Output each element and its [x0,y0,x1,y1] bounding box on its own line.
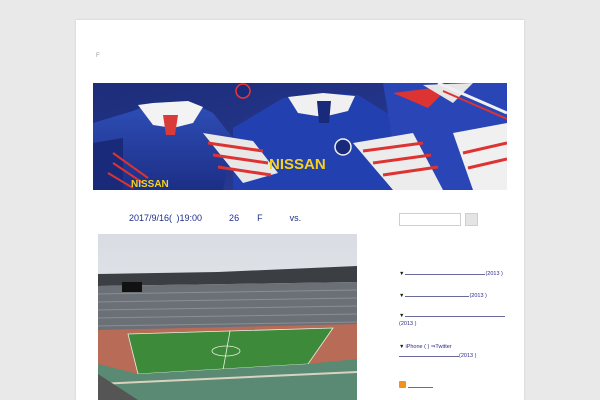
arrow-down-icon: ▼ [399,344,405,350]
jersey-sponsor-text-left: NISSAN [131,179,169,190]
arrow-down-icon: ▼ [399,293,405,299]
list-item[interactable]: ▼iPhone ( ) ⇒Twitter (2013 ) [399,343,507,360]
rss-icon [399,381,406,388]
list-item-underline [399,351,459,357]
stadium-photo[interactable] [98,234,357,400]
list-item-year: (2013 ) [469,293,487,299]
page-container: F NISSAN NISSAN 2017/9/16()19:00 26 F v… [76,20,524,400]
header-banner[interactable]: NISSAN NISSAN [93,83,507,190]
list-item-year: (2013 ) [459,353,477,359]
post-title-link[interactable]: 2017/9/16( )19:00 26 F vs. [129,213,301,223]
list-item-link[interactable] [405,291,470,297]
jerseys-banner-image: NISSAN NISSAN [93,83,507,190]
stadium-photo-graphic [98,234,357,400]
list-item[interactable]: ▼ (2013 ) [399,269,507,278]
list-item[interactable]: ▼ (2013 ) [399,291,507,300]
search-button[interactable] [465,213,478,226]
site-title[interactable]: F [96,53,100,59]
arrow-down-icon: ▼ [399,313,405,319]
rss-feed-link[interactable] [399,381,439,389]
search-input[interactable] [399,213,461,226]
list-item-year: (2013 ) [485,271,503,277]
list-item-link[interactable]: iPhone ( ) ⇒Twitter [405,344,451,350]
arrow-down-icon: ▼ [399,271,405,277]
jersey-sponsor-text-center: NISSAN [269,156,326,173]
list-item-year: (2013 ) [399,321,417,327]
list-item-link[interactable] [405,311,506,317]
list-item-link[interactable] [405,269,486,275]
rss-link-underline [408,387,433,388]
list-item[interactable]: ▼ (2013 ) [399,311,507,328]
